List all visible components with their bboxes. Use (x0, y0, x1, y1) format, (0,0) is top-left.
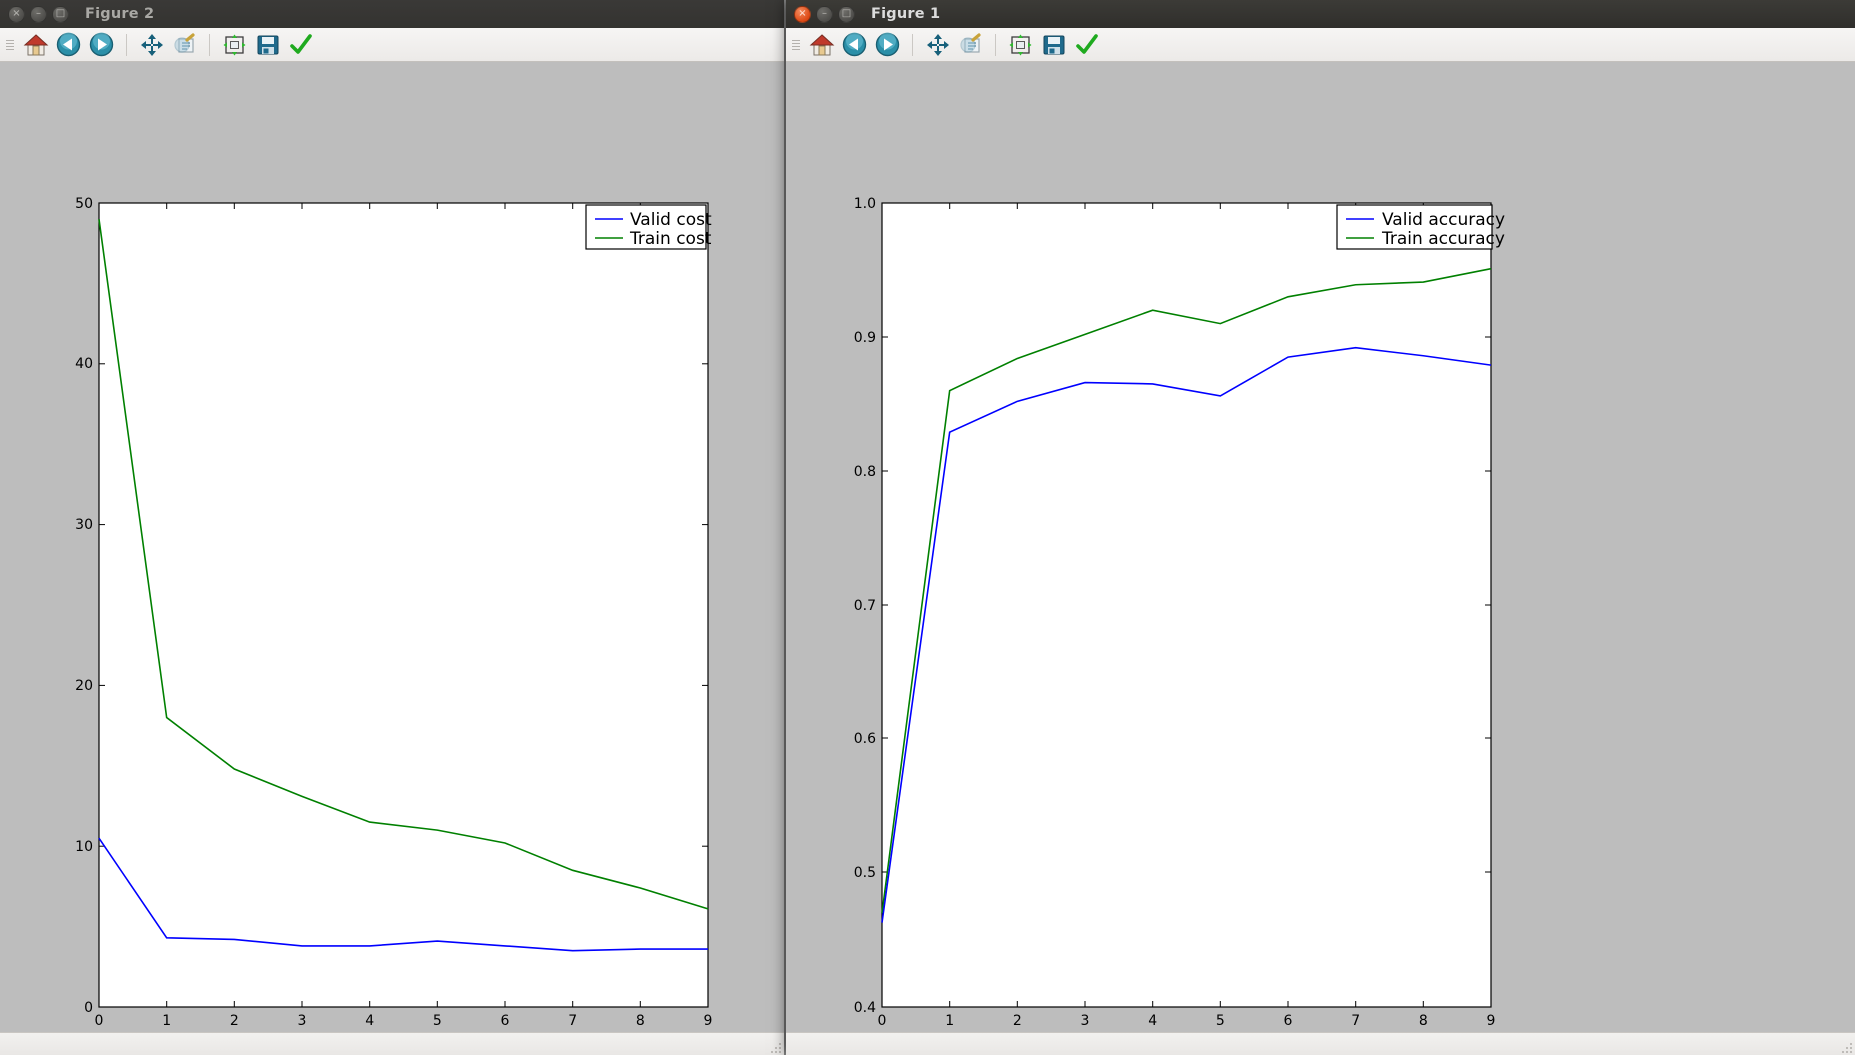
xtick-label: 7 (568, 1013, 577, 1029)
zoom-rect-icon[interactable] (955, 31, 986, 59)
xtick-label: 1 (945, 1013, 954, 1029)
titlebar-figure-1[interactable]: × – □ Figure 1 (786, 0, 1855, 28)
ytick-label: 0.7 (854, 598, 876, 614)
legend-accuracy[interactable]: Valid accuracy Train accuracy (1336, 204, 1505, 250)
pan-move-icon[interactable] (922, 31, 953, 59)
xtick-label: 9 (704, 1013, 713, 1029)
legend-label-valid-cost: Valid cost (630, 210, 712, 230)
xtick-label: 8 (1419, 1013, 1428, 1029)
xtick-label: 6 (1284, 1013, 1293, 1029)
xtick-label: 4 (365, 1013, 374, 1029)
cost-plot: 0 10 20 30 40 50 0 1 2 3 4 5 6 7 8 9 Val… (0, 62, 784, 1033)
home-icon[interactable] (20, 31, 51, 59)
ytick-label: 10 (75, 839, 93, 855)
xtick-label: 0 (878, 1013, 887, 1029)
zoom-rect-icon[interactable] (169, 31, 200, 59)
xtick-label: 4 (1148, 1013, 1157, 1029)
toolbar-separator (209, 33, 210, 56)
accuracy-plot: 0.4 0.5 0.6 0.7 0.8 0.9 1.0 0 1 2 3 4 5 … (786, 62, 1855, 1033)
desktop: × – □ Figure 2 0 10 20 30 40 50 0 1 2 3 … (0, 0, 1855, 1055)
configure-subplots-icon[interactable] (219, 31, 250, 59)
resize-grip[interactable] (1838, 1039, 1852, 1053)
xtick-label: 9 (1487, 1013, 1496, 1029)
forward-arrow-icon[interactable] (86, 31, 117, 59)
xtick-label: 0 (95, 1013, 104, 1029)
ytick-label: 0.9 (854, 330, 876, 346)
legend-label-train-accuracy: Train accuracy (1381, 229, 1505, 249)
window-title: Figure 2 (85, 6, 155, 22)
configure-subplots-icon[interactable] (1005, 31, 1036, 59)
legend-label-train-cost: Train cost (629, 229, 712, 249)
xtick-label: 5 (433, 1013, 442, 1029)
ytick-label: 1.0 (854, 196, 876, 212)
close-button[interactable]: × (794, 5, 811, 23)
window-figure-1[interactable]: × – □ Figure 1 0.4 0.5 0.6 0.7 0.8 0.9 1… (786, 0, 1855, 1055)
figure-canvas-accuracy[interactable]: 0.4 0.5 0.6 0.7 0.8 0.9 1.0 0 1 2 3 4 5 … (786, 62, 1855, 1055)
save-floppy-icon[interactable] (252, 31, 283, 59)
back-arrow-icon[interactable] (53, 31, 84, 59)
xtick-label: 7 (1351, 1013, 1360, 1029)
maximize-button[interactable]: □ (52, 5, 69, 23)
ytick-label: 0.4 (854, 1000, 876, 1016)
status-bar-figure-2 (0, 1032, 784, 1055)
legend-label-valid-accuracy: Valid accuracy (1382, 210, 1505, 230)
toolbar-grip-icon[interactable] (792, 36, 802, 54)
matplotlib-toolbar-figure-2[interactable] (0, 28, 784, 62)
minimize-button[interactable]: – (816, 5, 833, 23)
toolbar-grip-icon[interactable] (6, 36, 16, 54)
green-check-icon[interactable] (285, 31, 316, 59)
window-figure-2[interactable]: × – □ Figure 2 0 10 20 30 40 50 0 1 2 3 … (0, 0, 784, 1055)
window-title: Figure 1 (871, 6, 941, 22)
ytick-label: 30 (75, 517, 93, 533)
toolbar-separator (912, 33, 913, 56)
ytick-label: 50 (75, 196, 93, 212)
xtick-label: 2 (230, 1013, 239, 1029)
xtick-label: 3 (1081, 1013, 1090, 1029)
window-controls-figure-2[interactable]: × – □ (8, 5, 69, 23)
toolbar-separator (126, 33, 127, 56)
forward-arrow-icon[interactable] (872, 31, 903, 59)
maximize-button[interactable]: □ (838, 5, 855, 23)
close-button[interactable]: × (8, 5, 25, 23)
ytick-label: 0.6 (854, 731, 876, 747)
ytick-label: 0 (84, 1000, 93, 1016)
xtick-label: 5 (1216, 1013, 1225, 1029)
matplotlib-toolbar-figure-1[interactable] (786, 28, 1855, 62)
minimize-button[interactable]: – (30, 5, 47, 23)
home-icon[interactable] (806, 31, 837, 59)
ytick-label: 20 (75, 678, 93, 694)
pan-move-icon[interactable] (136, 31, 167, 59)
ytick-label: 40 (75, 356, 93, 372)
xtick-label: 2 (1013, 1013, 1022, 1029)
xtick-label: 3 (298, 1013, 307, 1029)
xtick-label: 8 (636, 1013, 645, 1029)
window-controls-figure-1[interactable]: × – □ (794, 5, 855, 23)
xtick-label: 6 (501, 1013, 510, 1029)
resize-grip[interactable] (767, 1039, 781, 1053)
figure-canvas-cost[interactable]: 0 10 20 30 40 50 0 1 2 3 4 5 6 7 8 9 Val… (0, 62, 784, 1055)
toolbar-separator (995, 33, 996, 56)
save-floppy-icon[interactable] (1038, 31, 1069, 59)
xtick-label: 1 (162, 1013, 171, 1029)
ytick-label: 0.5 (854, 865, 876, 881)
back-arrow-icon[interactable] (839, 31, 870, 59)
ytick-label: 0.8 (854, 464, 876, 480)
legend-cost[interactable]: Valid cost Train cost (585, 204, 712, 250)
titlebar-figure-2[interactable]: × – □ Figure 2 (0, 0, 784, 28)
status-bar-figure-1 (786, 1032, 1855, 1055)
green-check-icon[interactable] (1071, 31, 1102, 59)
